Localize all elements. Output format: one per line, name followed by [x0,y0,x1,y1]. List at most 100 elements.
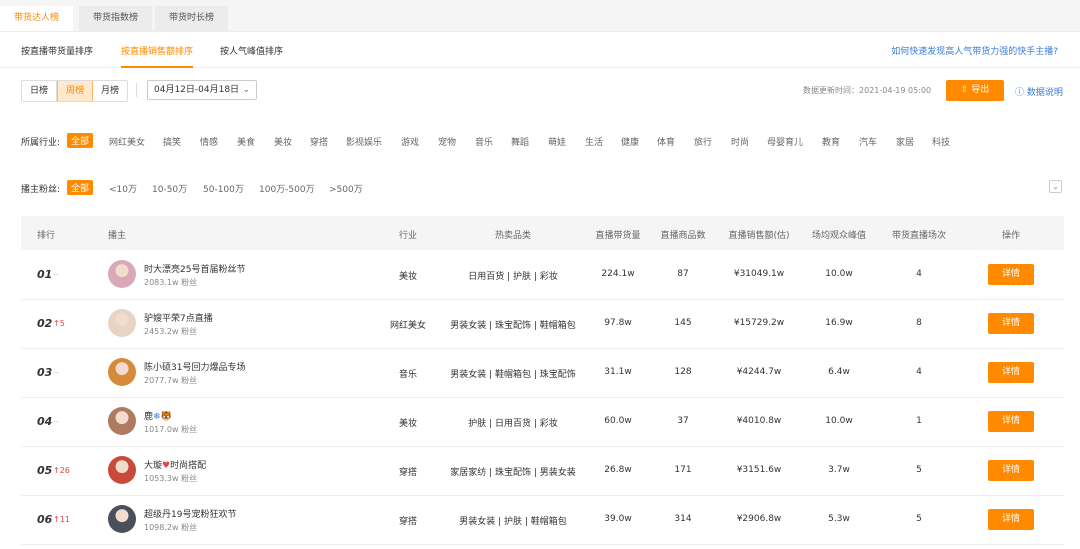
industry-label: 所属行业: [21,138,61,148]
industry-chip[interactable]: 情感 [200,135,218,148]
cell-sales: ¥4010.8w [736,416,782,426]
industry-chip[interactable]: 汽车 [859,135,877,148]
col-volume: 直播带货量 [595,231,641,241]
fans-count: 1053.3w 粉丝 [144,474,198,483]
rank-number: 05 [37,464,53,477]
detail-button[interactable]: 详情 [988,509,1034,530]
avatar[interactable] [108,309,136,337]
detail-button[interactable]: 详情 [988,460,1034,481]
cell-products: 171 [674,465,692,475]
collapse-button[interactable]: ⌄ [1049,180,1062,193]
help-link[interactable]: 如何快速发现高人气带货力强的快手主播? [891,44,1058,57]
industry-chip[interactable]: 科技 [932,135,950,148]
avatar[interactable] [108,407,136,435]
avatar[interactable] [108,260,136,288]
cell-volume: 60.0w [604,416,632,426]
cell-sales: ¥4244.7w [736,367,782,377]
fans-label: 播主粉丝: [21,185,61,195]
rank-number: 03 [37,366,53,379]
col-rank: 排行 [37,231,56,241]
avatar[interactable] [108,358,136,386]
streamer-name[interactable]: 鹿❄🐯 [144,409,172,422]
fans-chip[interactable]: >500万 [329,182,363,195]
detail-button[interactable]: 详情 [988,362,1034,383]
streamer-name[interactable]: 大璇♥时尚搭配 [144,458,206,471]
period-weekly[interactable]: 周榜 [57,81,93,101]
table-row: 01 -- 时大漂亮25号首届粉丝节 2083.1w 粉丝 美妆 日用百货 | 护肤 | … [21,250,1064,300]
col-industry: 行业 [398,231,418,241]
industry-chip[interactable]: 网红美女 [109,135,145,148]
industry-chip[interactable]: 教育 [822,135,840,148]
sort-by-popularity[interactable]: 按人气峰值排序 [220,44,283,57]
industry-chip[interactable]: 音乐 [475,135,493,148]
fans-chip[interactable]: 50-100万 [203,182,244,195]
col-products: 直播商品数 [660,231,706,241]
streamer-name[interactable]: 时大漂亮25号首届粉丝节 [144,262,245,275]
detail-button[interactable]: 详情 [988,264,1034,285]
fans-all[interactable]: 全部 [67,180,94,195]
tab-duration-rank[interactable]: 带货时长榜 [155,6,229,31]
industry-chip[interactable]: 家居 [896,135,914,148]
industry-chip[interactable]: 影视娱乐 [346,135,382,148]
date-range-value: 04月12日-04月18日 [154,85,240,95]
fans-chip[interactable]: 100万-500万 [259,182,315,195]
fans-count: 2077.7w 粉丝 [144,376,198,385]
industry-chip[interactable]: 健康 [621,135,639,148]
fans-chip[interactable]: <10万 [109,182,137,195]
export-button[interactable]: ⇧ 导出 [946,80,1004,101]
rank-up-indicator: ↑5 [53,319,65,328]
cell-volume: 39.0w [604,514,632,524]
detail-button[interactable]: 详情 [988,313,1034,334]
date-range-select[interactable]: 04月12日-04月18日 ⌄ [147,80,257,100]
streamer-name[interactable]: 驴嫂平荣7点直播 [144,311,213,324]
industry-chip[interactable]: 舞蹈 [511,135,529,148]
col-streamer: 播主 [108,231,127,241]
industry-chip[interactable]: 搞笑 [163,135,181,148]
question-icon: ⓘ [1015,88,1025,98]
avatar[interactable] [108,505,136,533]
arrow-up-icon: ↑ [53,466,60,475]
cell-category: 男装女装 | 鞋帽箱包 | 珠宝配饰 [450,370,576,380]
cell-peak: 10.0w [825,416,853,426]
avatar[interactable] [108,456,136,484]
fans-count: 1017.0w 粉丝 [144,425,198,434]
table-row: 04 -- 鹿❄🐯 1017.0w 粉丝 美妆 护肤 | 日用百货 | 彩妆 60.0w 37… [21,397,1064,447]
industry-chip[interactable]: 体育 [657,135,675,148]
industry-chip[interactable]: 母婴育儿 [767,135,803,148]
industry-chip[interactable]: 宠物 [438,135,456,148]
period-monthly[interactable]: 月榜 [93,81,127,101]
industry-chip[interactable]: 美食 [237,135,255,148]
tab-influencer-rank[interactable]: 带货达人榜 [0,6,74,31]
cell-industry: 网红美女 [389,321,427,331]
cell-category: 男装女装 | 护肤 | 鞋帽箱包 [459,517,567,527]
industry-chip[interactable]: 游戏 [401,135,419,148]
data-help-link[interactable]: ⓘ 数据说明 [1015,85,1063,98]
sort-by-sales[interactable]: 按直播销售额排序 [121,44,194,68]
rank-number: 04 [37,415,53,428]
cell-industry: 美妆 [398,419,418,429]
name-emoji: ❄🐯 [153,412,172,422]
industry-chip[interactable]: 旅行 [694,135,712,148]
cell-sessions: 5 [916,465,922,475]
industry-chip[interactable]: 生活 [585,135,603,148]
chevron-down-icon: ⌄ [1052,182,1059,191]
cell-sales: ¥31049.1w [733,269,785,279]
detail-button[interactable]: 详情 [988,411,1034,432]
streamer-name[interactable]: 陈小硕31号回力爆品专场 [144,360,245,373]
tab-index-rank[interactable]: 带货指数榜 [79,6,153,31]
update-time: 数据更新时间：2021-04-19 05:00 [803,86,932,95]
rank-same-indicator: -- [53,368,59,377]
cell-volume: 97.8w [604,318,632,328]
cell-volume: 224.1w [601,269,635,279]
cell-sales: ¥15729.2w [733,318,785,328]
industry-all[interactable]: 全部 [67,133,94,148]
streamer-name[interactable]: 超级丹19号宠粉狂欢节 [144,507,236,520]
industry-chip[interactable]: 穿搭 [310,135,328,148]
fans-chip[interactable]: 10-50万 [152,182,187,195]
period-daily[interactable]: 日榜 [22,81,57,101]
industry-chip[interactable]: 时尚 [731,135,749,148]
industry-chip[interactable]: 美妆 [274,135,292,148]
industry-chip[interactable]: 萌娃 [548,135,566,148]
sort-by-volume[interactable]: 按直播带货量排序 [21,44,93,57]
col-category: 热卖品类 [494,231,532,241]
